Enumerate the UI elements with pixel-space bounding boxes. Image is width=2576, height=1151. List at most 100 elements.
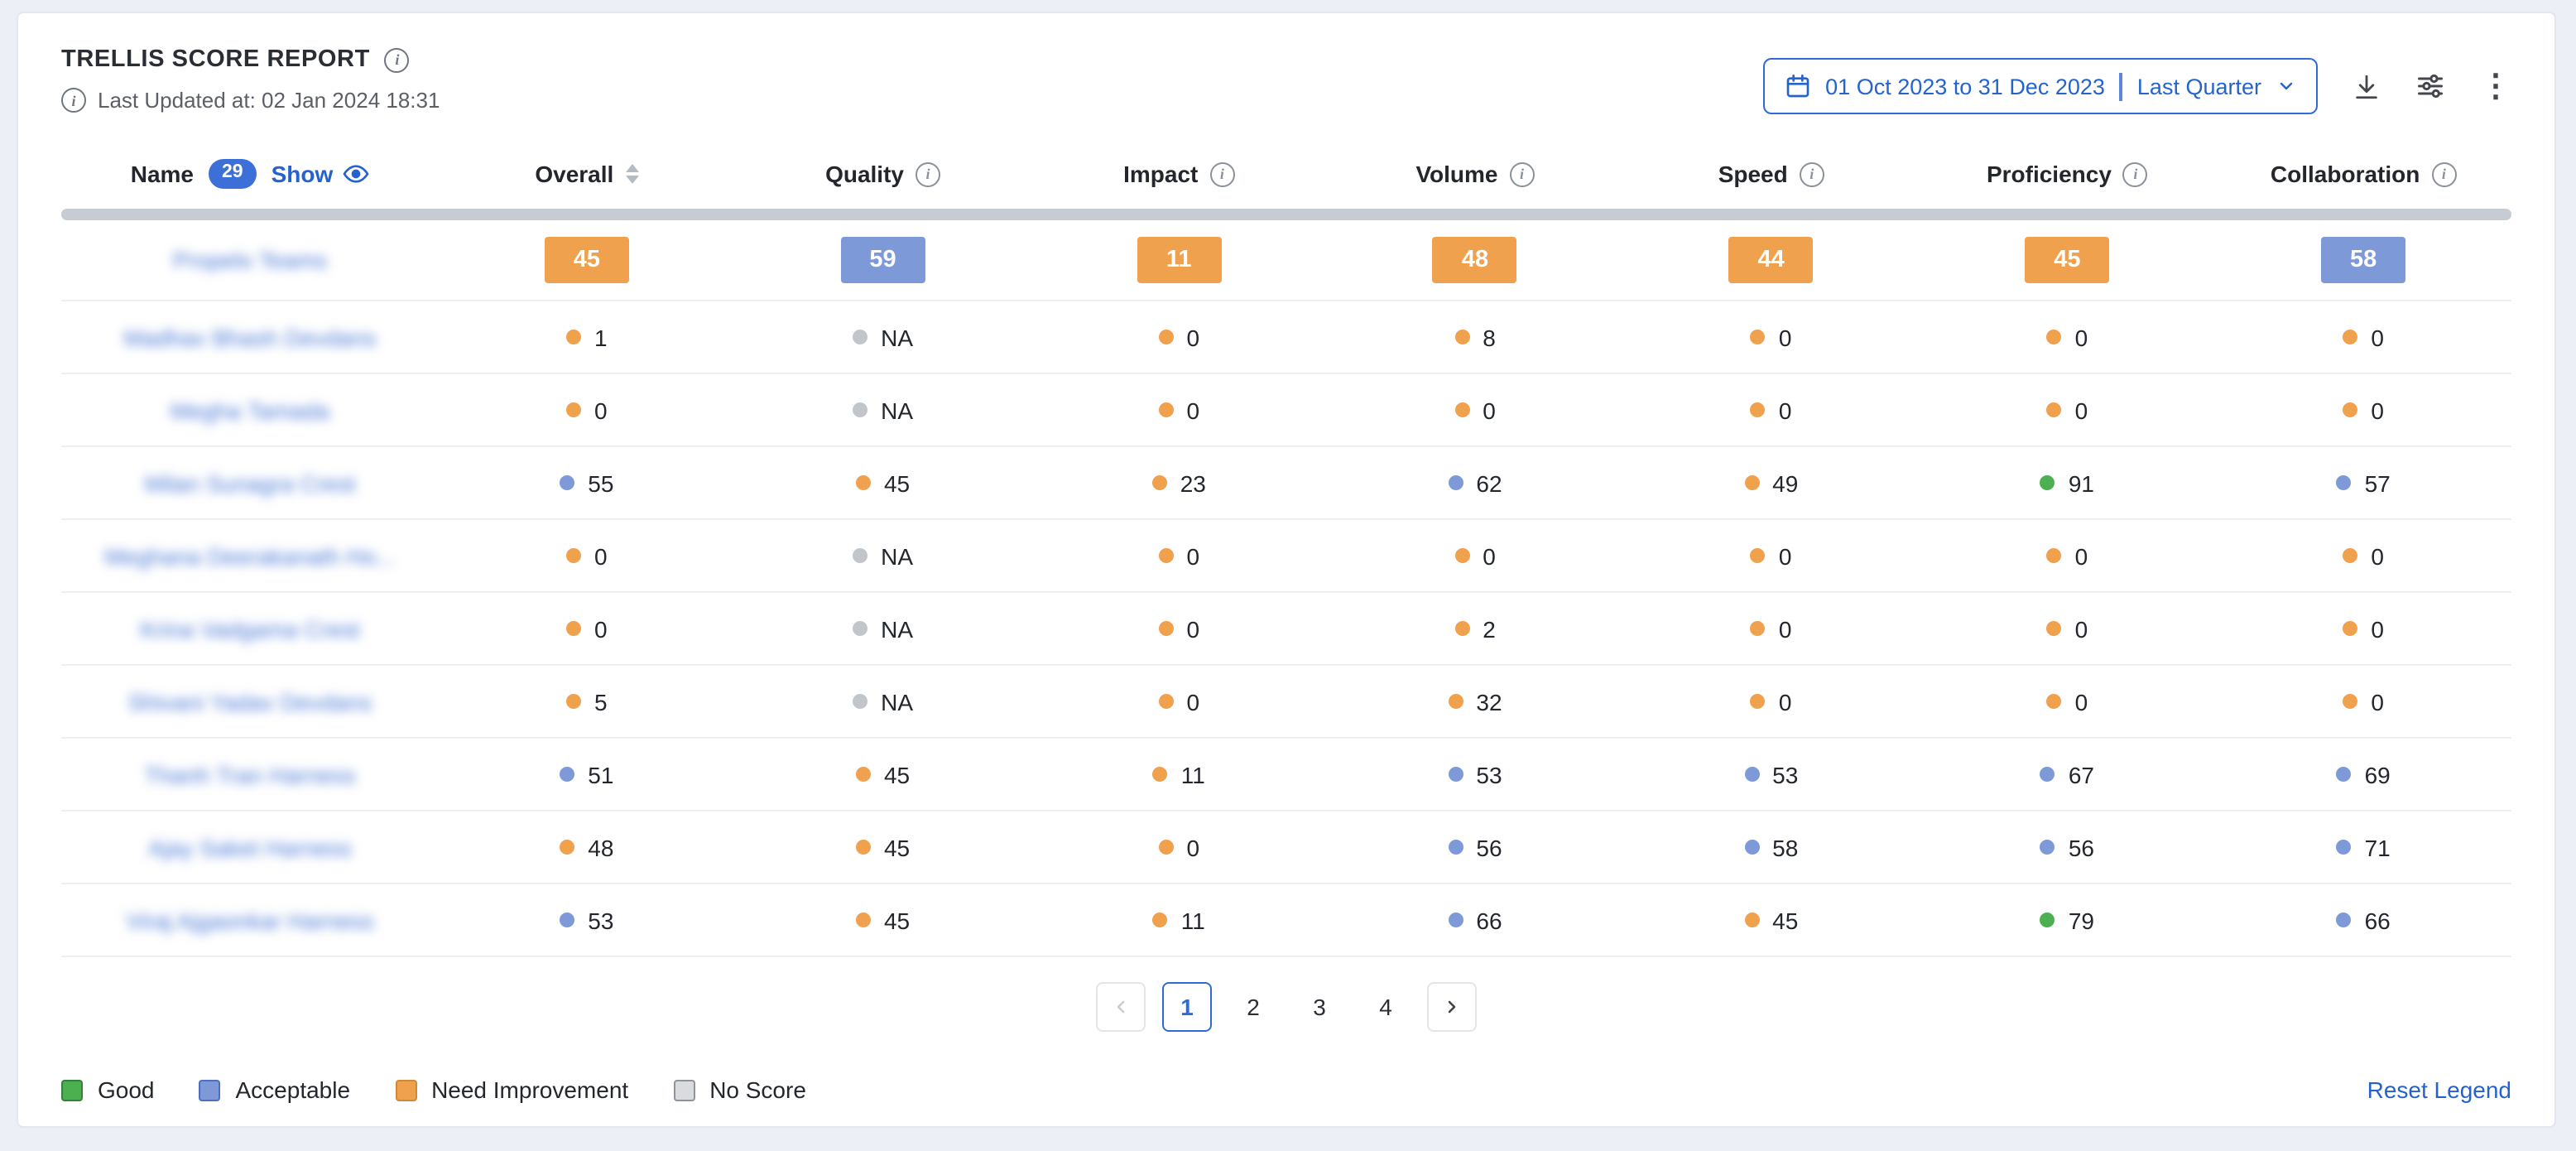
score-dot [560,840,574,855]
table-header-row: Name 29 Show Overall Quality [61,142,2511,205]
pagination-page-1[interactable]: 1 [1162,982,1212,1032]
score-value: 0 [2047,397,2088,423]
title-info-icon[interactable] [385,47,410,72]
settings-sliders-button[interactable] [2415,71,2445,101]
score-cell: 1 [439,324,735,350]
member-name-cell: Propelo Teams [61,247,439,273]
chevron-left-icon [1111,997,1131,1017]
legend-label: Need Improvement [431,1076,628,1103]
score-cell: 53 [1327,761,1623,787]
score-dot [560,475,574,490]
score-dot [1448,694,1463,709]
score-cell: 56 [1920,834,2216,860]
trellis-score-report-card: TRELLIS SCORE REPORT Last Updated at: 02… [17,12,2556,1128]
legend-item-good[interactable]: Good [61,1076,155,1103]
score-value: 45 [856,834,910,860]
quality-info-icon[interactable] [916,161,940,186]
score-dot [1153,913,1168,927]
pagination-page-4[interactable]: 4 [1361,982,1411,1032]
score-cell: 66 [2215,907,2511,933]
score-cell: 0 [1327,397,1623,423]
score-cell: 57 [2215,470,2511,496]
score-dot [1158,621,1173,636]
score-dot [1744,840,1759,855]
score-dot [566,621,581,636]
impact-info-icon[interactable] [1209,161,1234,186]
speed-info-icon[interactable] [1800,161,1824,186]
kebab-menu-button[interactable]: ⋮ [2480,70,2511,102]
sort-icon[interactable] [625,164,638,185]
score-dot [853,621,867,636]
column-header-quality: Quality [735,161,1031,187]
trellis-score-table: Name 29 Show Overall Quality [61,142,2511,957]
member-name-link[interactable]: Meghana Deerakanath Ho... [104,542,396,569]
score-dot [560,913,574,927]
score-value: 53 [560,907,613,933]
member-name-link[interactable]: Viraj Ajgaonkar Harness [126,907,374,933]
score-cell: NA [735,688,1031,715]
score-value: 45 [1744,907,1798,933]
score-dot [1158,330,1173,344]
score-cell: NA [735,324,1031,350]
score-cell: 0 [1920,397,2216,423]
column-header-speed: Speed [1623,161,1920,187]
member-name-link[interactable]: Thanh Tran Harness [144,761,355,787]
volume-info-icon[interactable] [1510,161,1535,186]
show-names-toggle[interactable]: Show [272,161,370,187]
card-header: TRELLIS SCORE REPORT Last Updated at: 02… [61,46,2511,114]
score-value: 57 [2337,470,2391,496]
score-value: 71 [2337,834,2391,860]
score-dot [1153,767,1168,782]
legend-item-no-score[interactable]: No Score [673,1076,806,1103]
member-name-link[interactable]: Ajay Saket Harness [148,834,352,860]
no-score-swatch-icon [673,1079,694,1100]
date-range-button[interactable]: 01 Oct 2023 to 31 Dec 2023 Last Quarter [1762,58,2318,114]
legend-item-acceptable[interactable]: Acceptable [199,1076,351,1103]
team-name-link[interactable]: Propelo Teams [173,247,327,273]
score-value: 0 [1751,324,1792,350]
score-dot [1744,475,1759,490]
score-value: 0 [2047,615,2088,642]
pagination-page-2[interactable]: 2 [1228,982,1278,1032]
score-badge: 45 [2025,237,2109,283]
member-name-link[interactable]: Milan Sunagra Crest [144,470,355,496]
score-cell: 69 [2215,761,2511,787]
score-cell: 79 [1920,907,2216,933]
score-dot [2337,840,2352,855]
table-row: Madhav Bhash Devdans 1 NA 0 8 0 0 0 [61,301,2511,374]
score-badge: 58 [2321,237,2405,283]
horizontal-scrollbar[interactable] [61,209,2511,220]
score-dot [566,402,581,417]
score-cell: 0 [2215,542,2511,569]
member-name-link[interactable]: Madhav Bhash Devdans [123,324,376,350]
legend-item-need-improvement[interactable]: Need Improvement [395,1076,628,1103]
member-name-link[interactable]: Krina Vadgama Crest [140,615,360,642]
score-cell: 45 [735,907,1031,933]
score-cell: 11 [1031,237,1327,283]
member-name-link[interactable]: Shivani Yadav Devdans [128,688,372,715]
table-row: Megha Tamada 0 NA 0 0 0 0 0 [61,374,2511,447]
score-value: 0 [1158,324,1199,350]
score-dot [1158,840,1173,855]
eye-icon [343,161,369,187]
download-button[interactable] [2353,72,2381,100]
member-name-link[interactable]: Megha Tamada [171,397,330,423]
legend-label: Good [98,1076,155,1103]
score-value: 58 [1744,834,1798,860]
score-dot [1454,548,1469,563]
score-value: 0 [1158,542,1199,569]
pagination-prev[interactable] [1096,982,1146,1032]
collaboration-info-icon[interactable] [2431,161,2456,186]
proficiency-info-icon[interactable] [2123,161,2148,186]
column-header-overall[interactable]: Overall [439,161,735,187]
score-value: 45 [856,907,910,933]
calendar-icon [1784,73,1810,99]
score-cell: 0 [1031,688,1327,715]
pagination-page-3[interactable]: 3 [1295,982,1344,1032]
pagination-next[interactable] [1427,982,1477,1032]
score-value: 66 [2337,907,2391,933]
reset-legend-link[interactable]: Reset Legend [2367,1076,2511,1103]
score-cell: 32 [1327,688,1623,715]
score-value: 56 [2040,834,2094,860]
score-dot [566,548,581,563]
